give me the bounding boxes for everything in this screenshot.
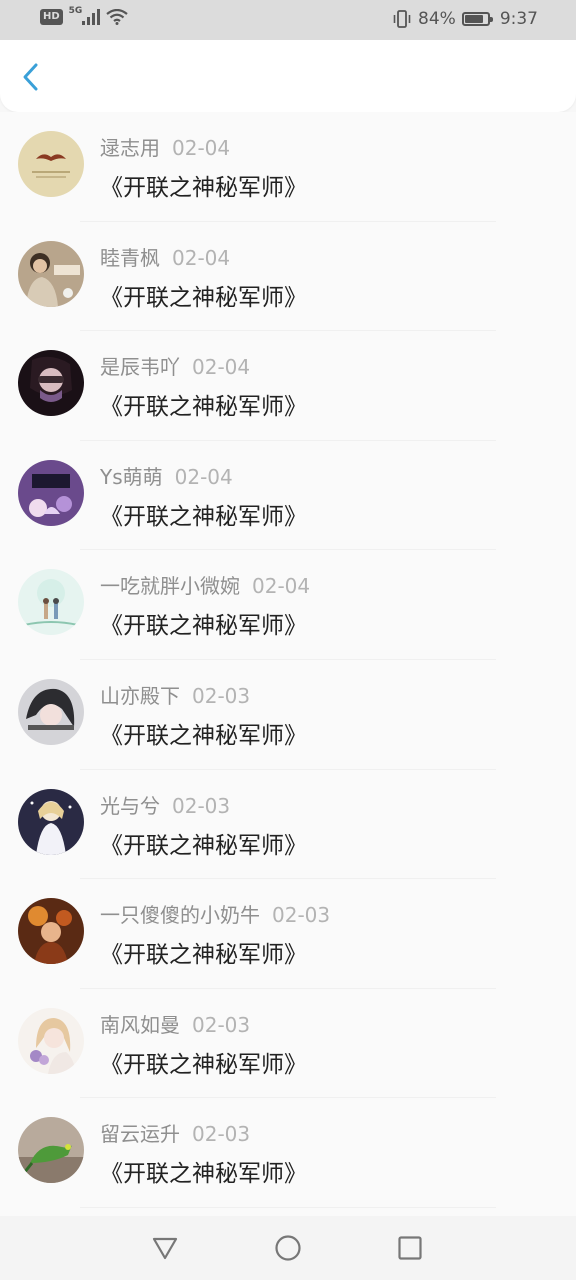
wifi-icon bbox=[106, 9, 129, 25]
header-bar bbox=[0, 40, 576, 112]
status-left: HD 5G bbox=[40, 6, 129, 25]
divider bbox=[80, 1206, 496, 1208]
username[interactable]: Ys萌萌 bbox=[100, 465, 163, 489]
username[interactable]: 睦青枫 bbox=[100, 246, 160, 270]
list-item[interactable]: Ys萌萌 02-04 《开联之神秘军师》 bbox=[0, 441, 576, 551]
status-bar: HD 5G 84% 9:37 bbox=[0, 0, 576, 40]
comment-meta: 光与兮 02-03 bbox=[100, 790, 230, 819]
comment-text: 《开联之神秘军师》 bbox=[100, 1051, 307, 1078]
comment-meta: 睦青枫 02-04 bbox=[100, 242, 230, 271]
list-item[interactable]: 一只傻傻的小奶牛 02-03 《开联之神秘军师》 bbox=[0, 879, 576, 989]
battery-icon bbox=[461, 12, 493, 26]
comment-text: 《开联之神秘军师》 bbox=[100, 1161, 307, 1188]
comment-meta: 一吃就胖小微婉 02-04 bbox=[100, 570, 310, 599]
person-photo-avatar[interactable] bbox=[18, 240, 84, 307]
comment-date: 02-04 bbox=[172, 136, 231, 160]
username[interactable]: 逯志用 bbox=[100, 136, 160, 160]
comment-date: 02-03 bbox=[192, 1012, 251, 1037]
status-right: 84% 9:37 bbox=[392, 9, 538, 29]
bird-avatar[interactable] bbox=[18, 1117, 84, 1184]
list-item[interactable]: 光与兮 02-03 《开联之神秘军师》 bbox=[0, 770, 576, 880]
list-item[interactable]: 是辰韦吖 02-04 《开联之神秘军师》 bbox=[0, 331, 576, 441]
angel-illustration-avatar[interactable] bbox=[18, 788, 84, 855]
girl-photo-avatar[interactable] bbox=[18, 678, 84, 745]
hd-badge: HD bbox=[40, 9, 63, 25]
nav-home-button[interactable] bbox=[274, 1234, 302, 1262]
comment-text: 《开联之神秘军师》 bbox=[100, 722, 307, 749]
comment-date: 02-04 bbox=[252, 574, 311, 599]
battery-percent: 84% bbox=[418, 9, 456, 29]
comment-text: 《开联之神秘军师》 bbox=[100, 942, 307, 969]
list-item[interactable]: 睦青枫 02-04 《开联之神秘军师》 bbox=[0, 222, 576, 332]
vibrate-icon bbox=[393, 10, 411, 28]
comment-date: 02-04 bbox=[172, 245, 231, 270]
nav-back-button[interactable] bbox=[151, 1234, 179, 1262]
signal-icon bbox=[82, 9, 101, 25]
mustache-avatar[interactable] bbox=[18, 131, 84, 197]
comment-date: 02-03 bbox=[172, 793, 231, 818]
username[interactable]: 留云运升 bbox=[100, 1122, 180, 1146]
comment-text: 《开联之神秘军师》 bbox=[100, 832, 307, 859]
comment-date: 02-04 bbox=[192, 355, 251, 380]
comment-meta: 南风如曼 02-03 bbox=[100, 1009, 250, 1038]
comment-meta: Ys萌萌 02-04 bbox=[100, 461, 233, 490]
comment-meta: 是辰韦吖 02-04 bbox=[100, 351, 250, 380]
nav-recents-button[interactable] bbox=[396, 1234, 424, 1262]
comment-text: 《开联之神秘军师》 bbox=[100, 284, 307, 311]
username[interactable]: 一吃就胖小微婉 bbox=[100, 574, 240, 598]
list-item[interactable]: 南风如曼 02-03 《开联之神秘军师》 bbox=[0, 989, 576, 1099]
network-type: 5G bbox=[68, 6, 83, 16]
username[interactable]: 一只傻傻的小奶牛 bbox=[100, 903, 260, 927]
comment-text: 《开联之神秘军师》 bbox=[100, 394, 307, 421]
battery-fill bbox=[464, 15, 483, 23]
back-button[interactable] bbox=[18, 62, 46, 92]
comment-date: 02-04 bbox=[174, 464, 233, 489]
couple-illustration-avatar[interactable] bbox=[18, 569, 84, 636]
comment-meta: 逯志用 02-04 bbox=[100, 132, 230, 161]
list-item[interactable]: 留云运升 02-03 《开联之神秘军师》 bbox=[0, 1098, 576, 1208]
flower-girl-avatar[interactable] bbox=[18, 1007, 84, 1074]
clock: 9:37 bbox=[499, 9, 538, 29]
list-item[interactable]: 逯志用 02-04 《开联之神秘军师》 bbox=[0, 112, 576, 222]
comment-date: 02-03 bbox=[192, 1122, 251, 1147]
comment-meta: 一只傻傻的小奶牛 02-03 bbox=[100, 899, 330, 928]
username[interactable]: 是辰韦吖 bbox=[100, 355, 180, 379]
list-item[interactable]: 一吃就胖小微婉 02-04 《开联之神秘军师》 bbox=[0, 550, 576, 660]
comment-text: 《开联之神秘军师》 bbox=[100, 175, 307, 201]
comment-meta: 山亦殿下 02-03 bbox=[100, 680, 250, 709]
username[interactable]: 南风如曼 bbox=[100, 1013, 180, 1037]
chevron-left-icon bbox=[23, 63, 38, 91]
username[interactable]: 山亦殿下 bbox=[100, 684, 180, 708]
masked-person-avatar[interactable] bbox=[18, 350, 84, 417]
comment-date: 02-03 bbox=[272, 903, 331, 928]
triangle-back-icon bbox=[152, 1237, 178, 1260]
list-item[interactable]: 山亦殿下 02-03 《开联之神秘军师》 bbox=[0, 660, 576, 770]
comment-text: 《开联之神秘军师》 bbox=[100, 613, 307, 640]
username[interactable]: 光与兮 bbox=[100, 794, 160, 818]
system-nav-bar bbox=[0, 1216, 576, 1280]
comment-text: 《开联之神秘军师》 bbox=[100, 503, 307, 530]
circle-home-icon bbox=[275, 1235, 301, 1261]
anime-avatar[interactable] bbox=[18, 459, 84, 526]
comment-date: 02-03 bbox=[192, 683, 251, 708]
comment-meta: 留云运升 02-03 bbox=[100, 1118, 250, 1147]
square-recents-icon bbox=[398, 1236, 422, 1260]
fantasy-girl-avatar[interactable] bbox=[18, 898, 84, 965]
comment-list: 逯志用 02-04 《开联之神秘军师》 睦青枫 02-04 《开联之神秘军师》 是辰… bbox=[0, 112, 576, 1216]
